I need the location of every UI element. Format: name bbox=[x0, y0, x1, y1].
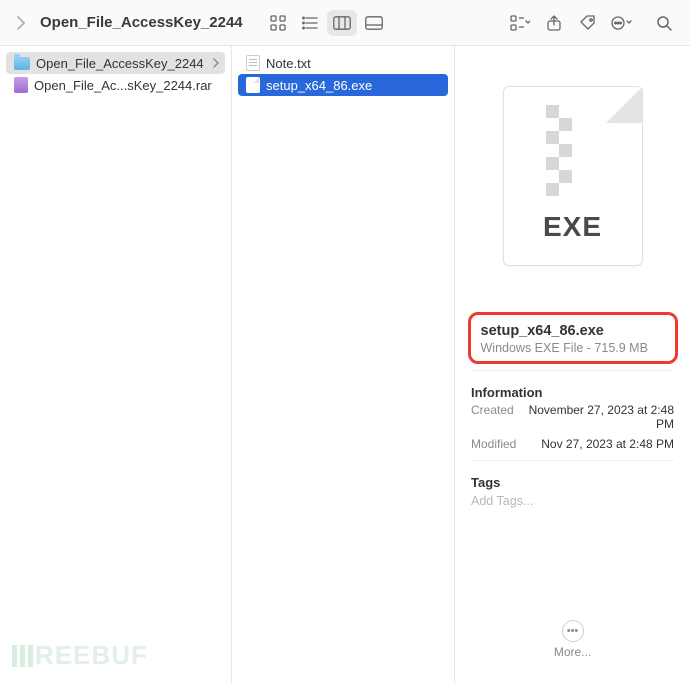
preview-file-icon: EXE bbox=[503, 86, 643, 266]
file-row[interactable]: Open_File_Ac...sKey_2244.rar bbox=[6, 74, 225, 96]
file-row[interactable]: Note.txt bbox=[238, 52, 448, 74]
group-button[interactable] bbox=[506, 10, 534, 36]
more-button[interactable]: ••• More... bbox=[554, 620, 591, 673]
file-label: setup_x64_86.exe bbox=[266, 78, 442, 93]
nav-forward-icon[interactable] bbox=[12, 14, 30, 32]
file-row-selected[interactable]: setup_x64_86.exe bbox=[238, 74, 448, 96]
tags-heading: Tags bbox=[465, 475, 500, 490]
modified-label: Modified bbox=[471, 437, 527, 451]
file-meta: Windows EXE File - 715.9 MB bbox=[481, 341, 665, 355]
search-button[interactable] bbox=[650, 10, 678, 36]
modified-value: Nov 27, 2023 at 2:48 PM bbox=[527, 437, 674, 451]
tags-input[interactable]: Add Tags... bbox=[465, 490, 539, 512]
folder-row[interactable]: Open_File_AccessKey_2244 bbox=[6, 52, 225, 74]
preview-badge: EXE bbox=[543, 211, 602, 243]
file-name: setup_x64_86.exe bbox=[481, 323, 665, 339]
view-icons-button[interactable] bbox=[263, 10, 293, 36]
txt-icon bbox=[246, 55, 260, 71]
toolbar: Open_File_AccessKey_2244 bbox=[0, 0, 690, 46]
view-columns-button[interactable] bbox=[327, 10, 357, 36]
more-label: More... bbox=[554, 645, 591, 659]
column-2[interactable]: Note.txt setup_x64_86.exe bbox=[232, 46, 455, 683]
view-gallery-button[interactable] bbox=[359, 10, 389, 36]
window-title: Open_File_AccessKey_2244 bbox=[40, 14, 243, 31]
view-list-button[interactable] bbox=[295, 10, 325, 36]
actions-button[interactable] bbox=[608, 10, 636, 36]
information-heading: Information bbox=[465, 385, 543, 400]
share-button[interactable] bbox=[540, 10, 568, 36]
file-label: Note.txt bbox=[266, 56, 442, 71]
exe-icon bbox=[246, 77, 260, 93]
rar-icon bbox=[14, 77, 28, 93]
preview-pane: EXE setup_x64_86.exe Windows EXE File - … bbox=[455, 46, 690, 683]
toolbar-actions bbox=[506, 10, 678, 36]
column-1[interactable]: Open_File_AccessKey_2244 Open_File_Ac...… bbox=[0, 46, 232, 683]
file-label: Open_File_Ac...sKey_2244.rar bbox=[34, 78, 219, 93]
content-area: Open_File_AccessKey_2244 Open_File_Ac...… bbox=[0, 46, 690, 683]
modified-row: Modified Nov 27, 2023 at 2:48 PM bbox=[465, 434, 680, 454]
watermark: REEBUF bbox=[12, 640, 148, 671]
created-row: Created November 27, 2023 at 2:48 PM bbox=[465, 400, 680, 434]
view-mode-group bbox=[263, 10, 389, 36]
ellipsis-icon: ••• bbox=[562, 620, 584, 642]
file-title-box: setup_x64_86.exe Windows EXE File - 715.… bbox=[468, 312, 678, 364]
folder-icon bbox=[14, 57, 30, 70]
tags-button[interactable] bbox=[574, 10, 602, 36]
created-label: Created bbox=[471, 403, 527, 417]
folder-label: Open_File_AccessKey_2244 bbox=[36, 56, 207, 71]
chevron-right-icon bbox=[213, 56, 219, 71]
created-value: November 27, 2023 at 2:48 PM bbox=[527, 403, 674, 431]
